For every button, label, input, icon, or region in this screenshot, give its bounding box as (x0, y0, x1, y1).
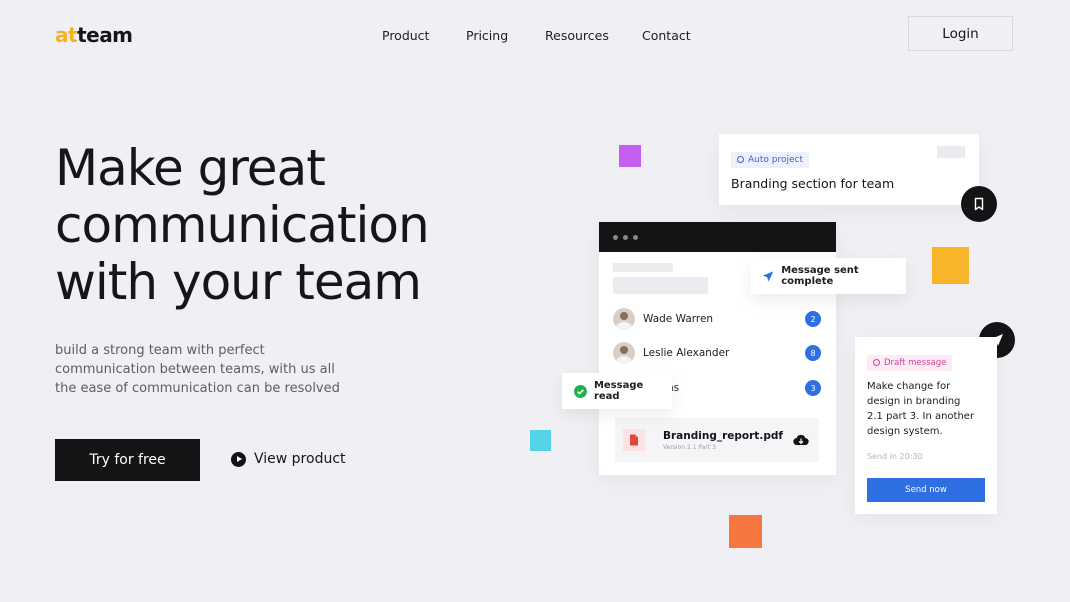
draft-body: Make change for design in branding 2.1 p… (867, 381, 975, 437)
project-icon (737, 156, 744, 163)
login-button[interactable]: Login (908, 16, 1013, 51)
contact-name: Wade Warren (643, 313, 714, 325)
hero-subtitle: build a strong team with perfect communi… (55, 343, 340, 396)
try-for-free-button[interactable]: Try for free (55, 439, 200, 481)
orange-square (729, 515, 762, 548)
file-attachment[interactable]: Branding_report.pdf Version 2.1 Part 3 (615, 418, 819, 462)
send-icon (762, 270, 774, 282)
cloud-download-icon[interactable] (793, 431, 809, 450)
send-now-button[interactable]: Send now (867, 478, 985, 502)
send-time: Send in 20:30 (867, 452, 923, 461)
message-read-toast: Message read (562, 373, 672, 409)
check-circle-icon (574, 384, 587, 398)
contact-row[interactable]: Leslie Alexander 8 (613, 342, 821, 364)
window-dot-icon (613, 234, 618, 240)
window-titlebar (599, 222, 836, 252)
project-card[interactable]: Auto project Branding section for team (719, 134, 979, 205)
avatar (613, 308, 635, 330)
unread-badge: 3 (805, 380, 821, 396)
auto-project-tag: Auto project (731, 151, 809, 168)
headline-line: communication (55, 196, 430, 254)
file-name: Branding_report.pdf (663, 429, 783, 442)
unread-badge: 2 (805, 311, 821, 327)
placeholder-bar (613, 277, 708, 294)
cyan-square (530, 430, 551, 451)
purple-square (619, 145, 641, 167)
unread-badge: 8 (805, 345, 821, 361)
headline-line: Make great (55, 139, 326, 197)
avatar (613, 342, 635, 364)
headline-line: with your team (55, 253, 422, 311)
window-dot-icon (633, 234, 638, 240)
message-sent-toast: Message sent complete (751, 258, 906, 294)
auto-project-label: Auto project (748, 154, 803, 165)
window-dot-icon (623, 234, 628, 240)
project-title: Branding section for team (731, 176, 895, 191)
logo[interactable]: atteam (55, 23, 133, 47)
view-product-button[interactable]: View product (231, 451, 346, 467)
hero-headline: Make great communication with your team (55, 140, 475, 311)
view-product-label: View product (254, 451, 346, 467)
file-info: Branding_report.pdf Version 2.1 Part 3 (663, 430, 793, 451)
nav-link-resources[interactable]: Resources (545, 28, 609, 43)
contact-row[interactable]: Wade Warren 2 (613, 308, 821, 330)
placeholder-bar (937, 146, 965, 158)
bookmark-icon (974, 197, 984, 211)
draft-card: Draft message Make change for design in … (855, 337, 997, 514)
play-icon (231, 451, 246, 467)
contact-name: Leslie Alexander (643, 347, 730, 359)
placeholder-bar (613, 263, 673, 272)
toast-text: Message sent complete (781, 265, 859, 287)
yellow-square (932, 247, 969, 284)
draft-label: Draft message (884, 357, 947, 368)
draft-tag: Draft message (867, 354, 953, 371)
nav-link-pricing[interactable]: Pricing (466, 28, 508, 43)
toast-text: Message read (593, 380, 644, 402)
bookmark-button[interactable] (961, 186, 997, 222)
file-subtitle: Version 2.1 Part 3 (663, 443, 716, 451)
pdf-icon (623, 429, 645, 451)
clock-icon (873, 359, 880, 366)
nav-link-product[interactable]: Product (382, 28, 429, 43)
nav-link-contact[interactable]: Contact (642, 28, 691, 43)
